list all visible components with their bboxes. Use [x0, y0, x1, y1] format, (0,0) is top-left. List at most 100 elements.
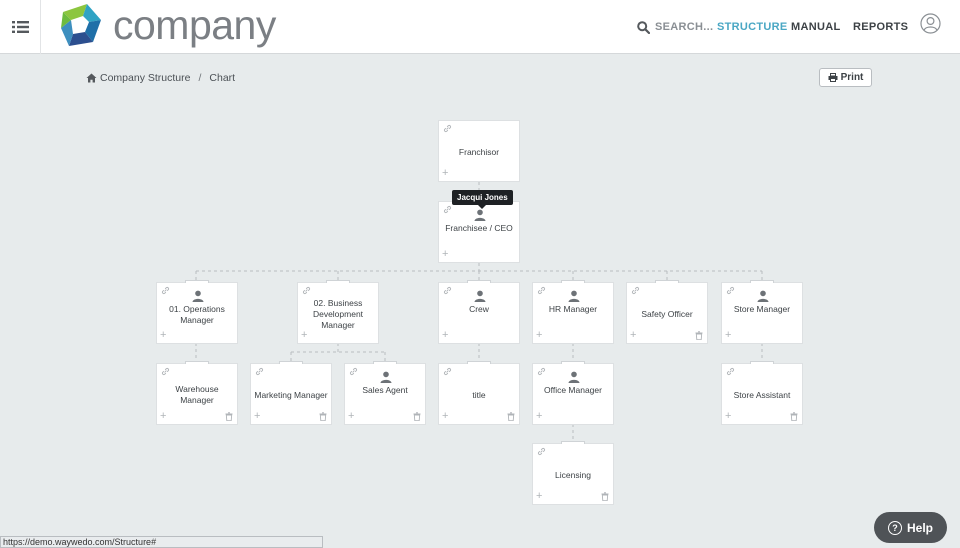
nav-manual[interactable]: MANUAL: [791, 0, 840, 54]
help-label: Help: [906, 520, 933, 535]
add-child-icon[interactable]: +: [160, 411, 166, 422]
link-icon[interactable]: [537, 367, 546, 376]
add-child-icon[interactable]: +: [254, 411, 260, 422]
link-icon[interactable]: [443, 367, 452, 376]
card-tab: [185, 361, 209, 364]
link-icon[interactable]: [631, 286, 640, 295]
card-tab: [750, 280, 774, 283]
add-child-icon[interactable]: +: [725, 411, 731, 422]
org-card-business-development-manager[interactable]: 02. Business Development Manager +: [297, 280, 379, 344]
person-icon[interactable]: [568, 290, 580, 302]
org-card-crew[interactable]: Crew +: [438, 280, 520, 344]
search-trigger[interactable]: SEARCH...: [637, 0, 713, 54]
trash-icon[interactable]: [319, 412, 327, 421]
add-child-icon[interactable]: +: [442, 330, 448, 341]
add-child-icon[interactable]: +: [536, 491, 542, 502]
person-icon[interactable]: [474, 209, 486, 221]
link-icon[interactable]: [255, 367, 264, 376]
card-title: 01. Operations Manager: [169, 304, 225, 325]
card-tab: [750, 361, 774, 364]
trash-icon[interactable]: [413, 412, 421, 421]
add-child-icon[interactable]: +: [442, 411, 448, 422]
person-icon[interactable]: [474, 290, 486, 302]
link-icon[interactable]: [537, 447, 546, 456]
org-card-office-manager[interactable]: Office Manager +: [532, 361, 614, 425]
trash-icon[interactable]: [790, 412, 798, 421]
org-card-licensing[interactable]: Licensing +: [532, 441, 614, 505]
card-tab: [655, 280, 679, 283]
breadcrumb: Company Structure / Chart: [86, 72, 235, 84]
company-logo[interactable]: company: [57, 2, 276, 48]
add-child-icon[interactable]: +: [348, 411, 354, 422]
logo-mark-icon: [61, 4, 101, 46]
person-tooltip: Jacqui Jones: [452, 190, 513, 209]
add-child-icon[interactable]: +: [301, 330, 307, 341]
nav-reports[interactable]: REPORTS: [853, 0, 908, 54]
trash-icon[interactable]: [695, 331, 703, 340]
trash-icon[interactable]: [225, 412, 233, 421]
breadcrumb-current: Chart: [209, 72, 236, 84]
card-title: Office Manager: [544, 385, 602, 395]
person-icon[interactable]: [568, 371, 580, 383]
link-icon[interactable]: [302, 286, 311, 295]
print-button[interactable]: Print: [819, 68, 872, 87]
link-icon[interactable]: [443, 286, 452, 295]
person-icon[interactable]: [757, 290, 769, 302]
add-child-icon[interactable]: +: [442, 168, 448, 179]
link-icon[interactable]: [161, 367, 170, 376]
home-icon[interactable]: [86, 73, 97, 83]
add-child-icon[interactable]: +: [725, 330, 731, 341]
search-label: SEARCH...: [655, 21, 714, 33]
card-title: Safety Officer: [641, 309, 693, 319]
breadcrumb-company-structure[interactable]: Company Structure: [100, 72, 190, 84]
org-card-store-manager[interactable]: Store Manager +: [721, 280, 803, 344]
card-tab: [326, 280, 350, 283]
add-child-icon[interactable]: +: [536, 411, 542, 422]
add-child-icon[interactable]: +: [160, 330, 166, 341]
link-icon[interactable]: [726, 367, 735, 376]
list-menu-icon: [11, 21, 29, 33]
card-title: Franchisor: [458, 147, 500, 157]
org-card-sales-agent[interactable]: Sales Agent +: [344, 361, 426, 425]
trash-icon[interactable]: [601, 492, 609, 501]
card-title: Sales Agent: [362, 385, 408, 395]
card-title: Franchisee / CEO: [445, 223, 513, 233]
search-icon: [637, 20, 650, 34]
link-icon[interactable]: [349, 367, 358, 376]
add-child-icon[interactable]: +: [630, 330, 636, 341]
person-icon[interactable]: [380, 371, 392, 383]
link-icon[interactable]: [726, 286, 735, 295]
card-tab: [561, 441, 585, 444]
print-label: Print: [840, 72, 864, 83]
link-icon[interactable]: [161, 286, 170, 295]
person-icon[interactable]: [192, 290, 204, 302]
link-icon[interactable]: [443, 124, 452, 133]
card-tab: [467, 361, 491, 364]
org-card-franchisor[interactable]: Franchisor +: [438, 120, 520, 182]
org-card-warehouse-manager[interactable]: Warehouse Manager +: [156, 361, 238, 425]
add-child-icon[interactable]: +: [442, 249, 448, 260]
trash-icon[interactable]: [507, 412, 515, 421]
printer-icon: [828, 73, 838, 82]
help-button[interactable]: ? Help: [874, 512, 947, 543]
org-card-store-assistant[interactable]: Store Assistant +: [721, 361, 803, 425]
card-tab: [373, 361, 397, 364]
breadcrumb-separator: /: [198, 72, 202, 84]
org-card-hr-manager[interactable]: HR Manager +: [532, 280, 614, 344]
card-title: HR Manager: [548, 304, 598, 314]
org-card-safety-officer[interactable]: Safety Officer +: [626, 280, 708, 344]
card-tab: [185, 280, 209, 283]
card-title: Warehouse Manager: [175, 384, 219, 405]
org-card-title[interactable]: title +: [438, 361, 520, 425]
menu-button[interactable]: [0, 0, 41, 54]
user-profile-icon[interactable]: [920, 13, 941, 34]
add-child-icon[interactable]: +: [536, 330, 542, 341]
org-card-operations-manager[interactable]: 01. Operations Manager +: [156, 280, 238, 344]
link-icon[interactable]: [537, 286, 546, 295]
logo-text: company: [113, 2, 276, 48]
org-card-franchisee-ceo[interactable]: Franchisee / CEO +: [438, 199, 520, 263]
link-icon[interactable]: [443, 205, 452, 214]
card-tab: [561, 361, 585, 364]
org-card-marketing-manager[interactable]: Marketing Manager +: [250, 361, 332, 425]
nav-structure[interactable]: STRUCTURE: [717, 0, 788, 54]
